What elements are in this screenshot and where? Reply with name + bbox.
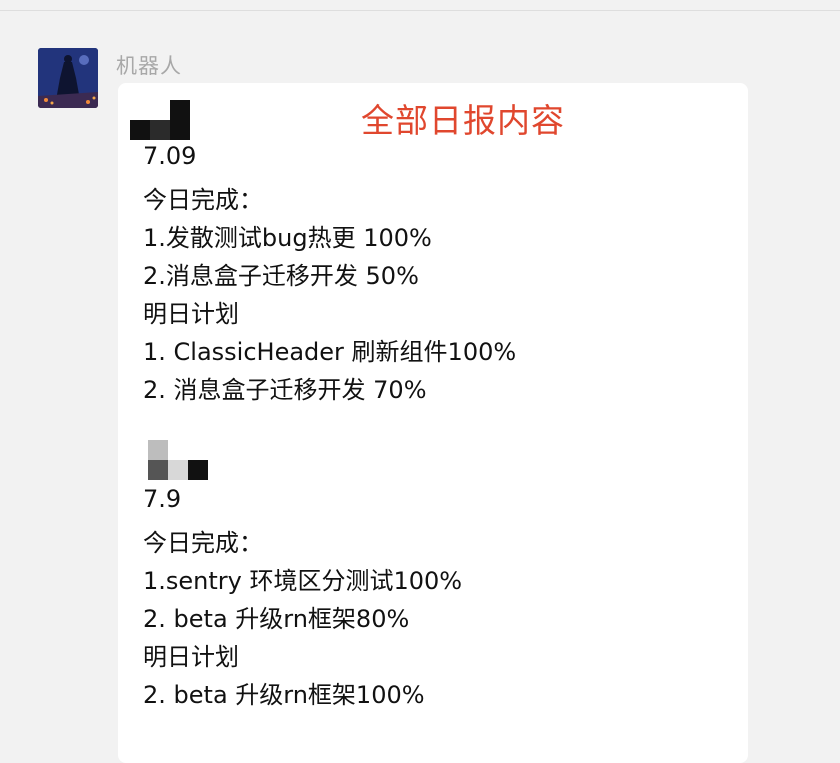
report-2-line: 7.9 — [143, 485, 182, 513]
avatar[interactable] — [38, 48, 98, 108]
report-1-line: 明日计划 — [143, 300, 239, 328]
report-1-line: 今日完成： — [143, 186, 263, 214]
report-1-line: 1. ClassicHeader 刷新组件100% — [143, 338, 517, 366]
report-2-line: 1.sentry 环境区分测试100% — [143, 567, 463, 595]
report-2-line: 今日完成： — [143, 529, 263, 557]
report-1-line: 7.09 — [143, 142, 197, 170]
annotation-label: 全部日报内容 — [361, 101, 565, 140]
redacted-author-2 — [148, 440, 212, 480]
report-1-line: 2. 消息盒子迁移开发 70% — [143, 376, 427, 404]
report-1-line: 1.发散测试bug热更 100% — [143, 224, 432, 252]
top-divider — [0, 0, 840, 11]
sender-name: 机器人 — [116, 54, 182, 78]
report-2-line: 2. beta 升级rn框架80% — [143, 605, 410, 633]
report-2-line: 2. beta 升级rn框架100% — [143, 681, 425, 709]
report-1-line: 2.消息盒子迁移开发 50% — [143, 262, 419, 290]
report-2-line: 明日计划 — [143, 643, 239, 671]
redacted-author-1 — [130, 100, 190, 140]
